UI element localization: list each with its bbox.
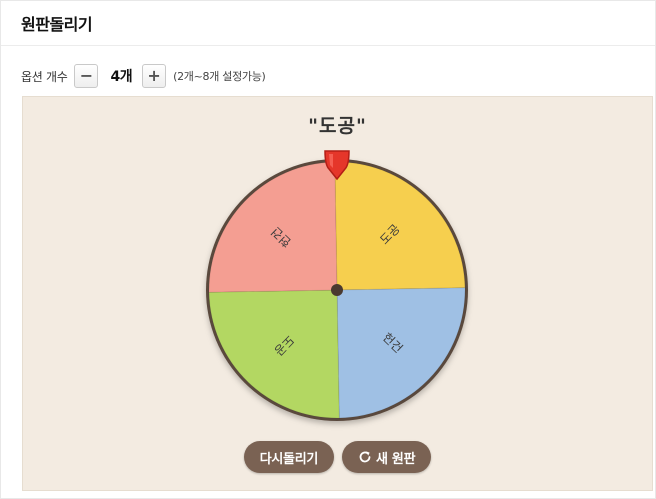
refresh-icon xyxy=(359,451,371,463)
page-title: 원판돌리기 xyxy=(21,15,93,34)
new-wheel-label: 새 원판 xyxy=(376,451,416,467)
decrease-button[interactable]: − xyxy=(74,64,99,88)
wheel-segment xyxy=(336,287,466,419)
spin-again-label: 다시돌리기 xyxy=(259,451,319,467)
increase-button[interactable]: + xyxy=(142,64,167,88)
action-buttons: 다시돌리기 새 원판 xyxy=(23,441,652,473)
option-count-row: 옵션 개수 − 4개 + (2개~8개 설정가능) xyxy=(21,63,266,89)
wheel-segment xyxy=(334,161,466,291)
spin-again-button[interactable]: 다시돌리기 xyxy=(243,441,335,473)
spin-result: "도공" xyxy=(308,115,367,137)
card-header: 원판돌리기 xyxy=(1,1,655,46)
roulette-card: 원판돌리기 옵션 개수 − 4개 + (2개~8개 설정가능) "도공" 도공 헌… xyxy=(0,0,656,499)
option-range-note: (2개~8개 설정가능) xyxy=(173,70,266,83)
wheel-segment xyxy=(208,289,340,419)
minus-icon: − xyxy=(79,66,94,85)
wheel-body: 도공헌건도공헌건 xyxy=(206,159,468,421)
wheel-segment xyxy=(208,161,338,293)
wheel-panel: "도공" 도공 헌건 도공 헌건 다시돌리기 새 원판 xyxy=(22,96,653,491)
option-count-label: 옵션 개수 xyxy=(21,69,68,84)
new-wheel-button[interactable]: 새 원판 xyxy=(342,441,432,473)
roulette-wheel[interactable]: 도공헌건도공헌건 xyxy=(206,149,468,429)
plus-icon: + xyxy=(147,66,161,85)
option-count-value: 4개 xyxy=(110,69,133,85)
wheel-hub xyxy=(331,284,343,296)
